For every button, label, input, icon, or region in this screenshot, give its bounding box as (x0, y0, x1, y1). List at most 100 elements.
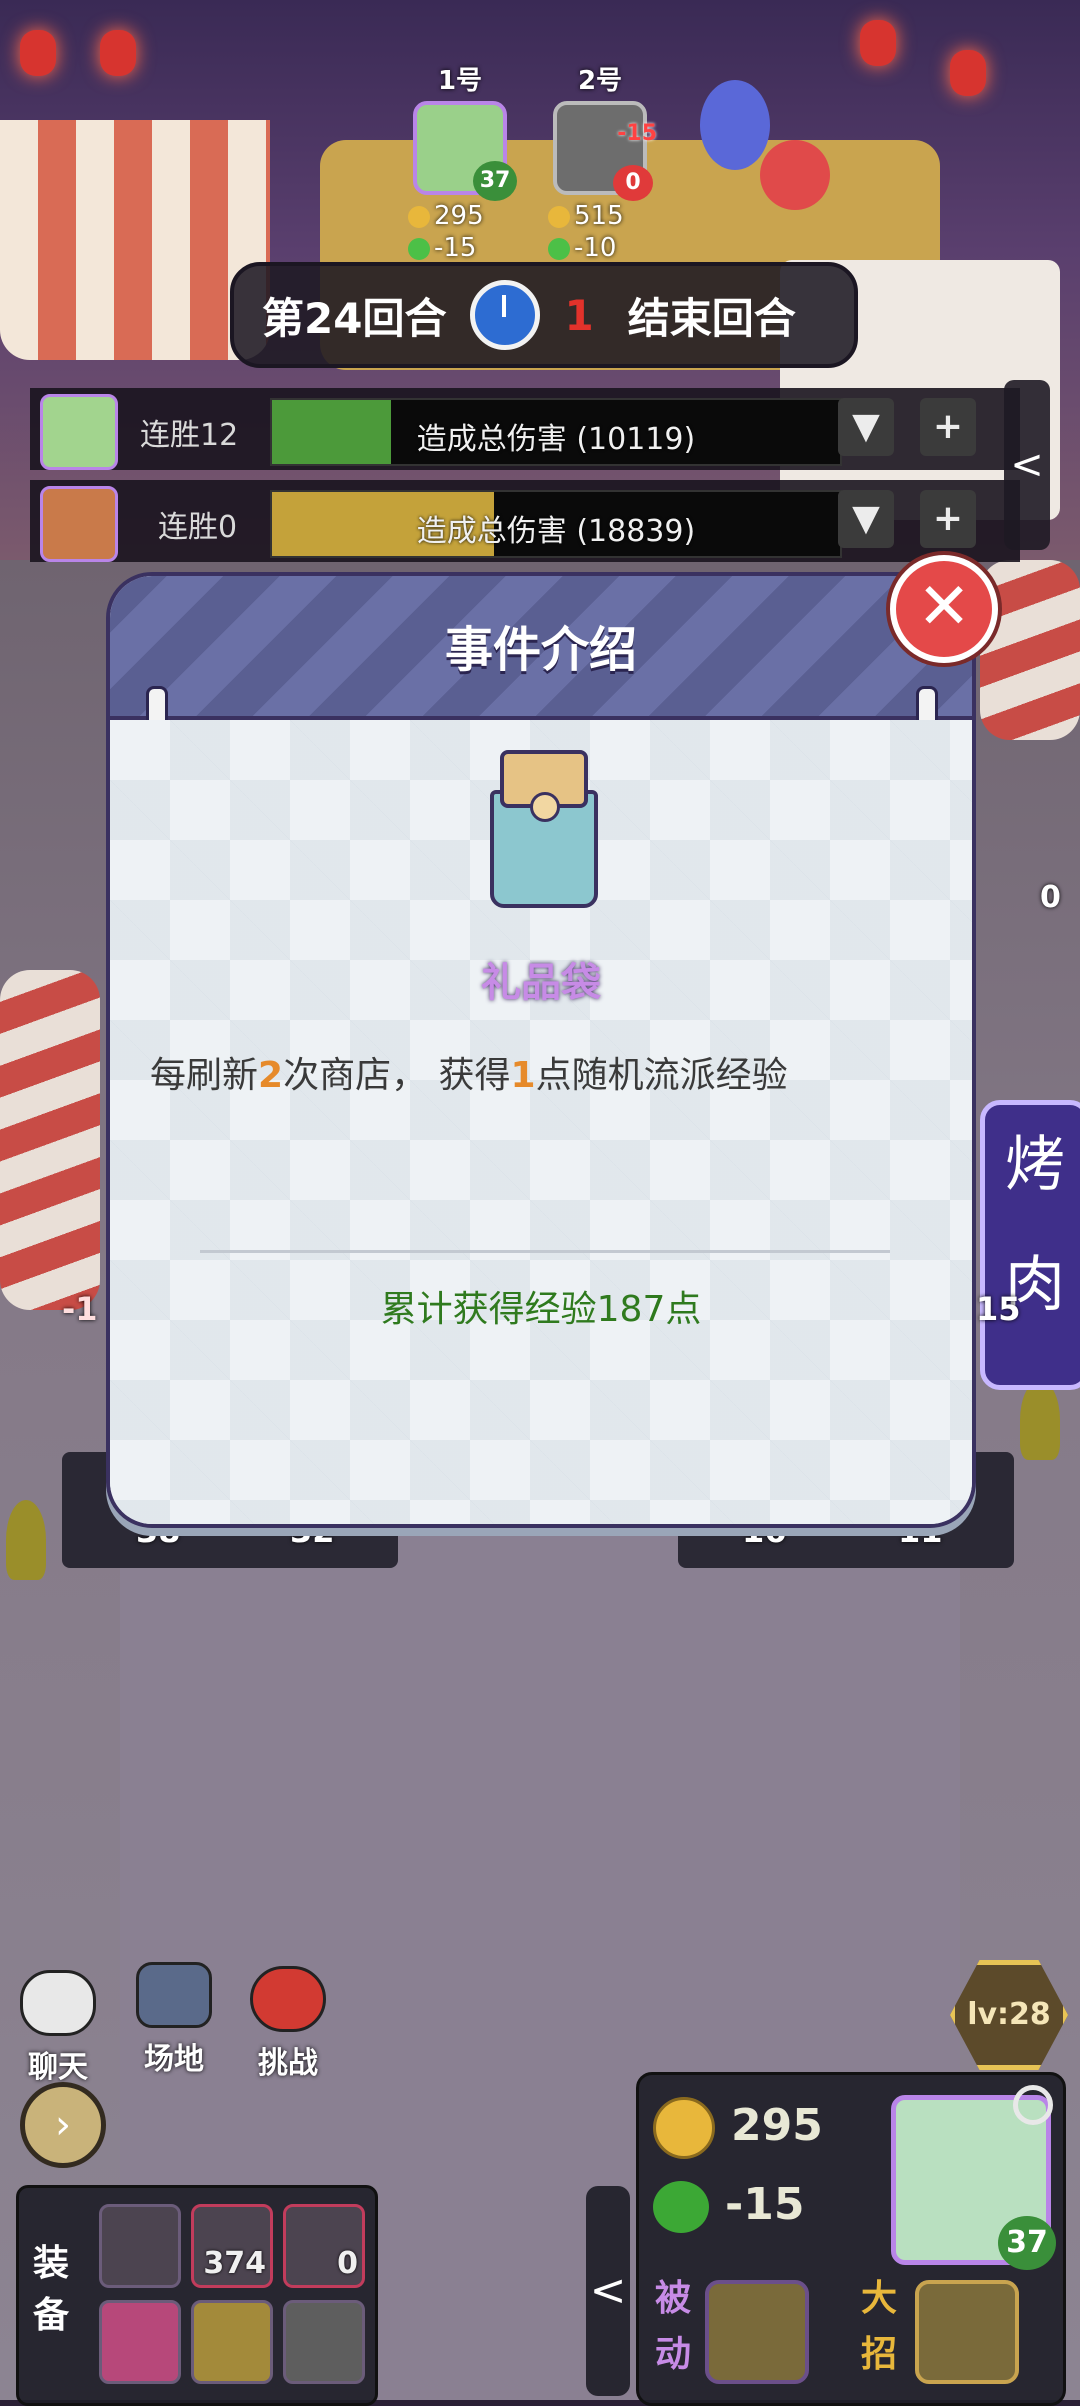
plus-icon[interactable]: + (920, 490, 976, 548)
striped-pillar (980, 560, 1080, 740)
heart-icon (408, 237, 430, 260)
chat-icon (20, 1970, 96, 2036)
desc-part-2: 次商店， 获得 (283, 1055, 511, 1096)
heart-icon (548, 237, 570, 260)
player-1-label: 1号 (437, 66, 483, 96)
equipment-label: 装 备 (31, 2238, 71, 2342)
close-button[interactable]: ✕ (890, 555, 998, 663)
stopwatch-icon (470, 280, 541, 350)
left-hp-badge: -1 (62, 1290, 98, 1328)
player-1-coins: 295 (400, 201, 520, 231)
lantern (860, 20, 896, 66)
player-2-hp: -10 (540, 233, 660, 263)
desc-number-1: 2 (258, 1055, 284, 1096)
hero-hp-value: -15 (725, 2179, 805, 2230)
event-description: 每刷新2次商店， 获得1点随机流派经验 (150, 1046, 940, 1098)
chevron-down-icon[interactable]: ▼ (838, 490, 894, 548)
chat-label: 聊天 (28, 2050, 88, 2085)
end-round-button[interactable]: 结束回合 (628, 285, 796, 346)
modal-body: 礼品袋 每刷新2次商店， 获得1点随机流派经验 累计获得经验187点 (110, 720, 972, 1524)
win-streak: 连胜0 (158, 510, 238, 545)
exp-total: 累计获得经验187点 (380, 1289, 702, 1330)
player-2-damage: -15 (617, 121, 657, 146)
player-2-coins: 515 (540, 201, 660, 231)
striped-pillar (0, 970, 100, 1310)
player-1-coins-value: 295 (434, 201, 484, 231)
gift-bag-icon (490, 750, 598, 908)
damage-bar-text: 造成总伤害 (18839) (416, 514, 696, 549)
hero-level: 37 (998, 2216, 1056, 2270)
win-streak: 连胜12 (140, 418, 239, 453)
lantern (100, 30, 136, 76)
player-2-label: 2号 (577, 66, 623, 96)
avatar (40, 394, 118, 470)
equipment-label-2: 备 (32, 2295, 69, 2336)
passive-label: 被 动 (651, 2271, 695, 2383)
passive-label-2: 动 (654, 2334, 691, 2375)
player-1-card[interactable]: 1号 37 295 -15 (400, 60, 520, 263)
ultimate-label: 大 招 (857, 2271, 901, 2383)
gift-bag-bow (530, 792, 560, 822)
rank-row[interactable]: 连胜0 造成总伤害 (18839) ▼ + (30, 480, 1020, 562)
tree (1020, 1380, 1060, 1460)
chat-button[interactable]: 聊天 (20, 1970, 96, 2086)
challenge-button[interactable]: 挑战 (250, 1966, 326, 2082)
right-item-badge: 0 (1040, 880, 1061, 915)
equip-slot[interactable]: 374 (191, 2204, 273, 2288)
equip-slot-count: 374 (203, 2246, 266, 2281)
player-2-avatar: -15 0 (553, 101, 657, 201)
damage-bar: 造成总伤害 (18839) (270, 490, 842, 558)
arrow-right-icon[interactable]: › (20, 2082, 106, 2168)
passive-skill-icon[interactable] (705, 2280, 809, 2384)
desc-part-3: 点随机流派经验 (535, 1055, 788, 1096)
player-2-hearts: 0 (613, 165, 653, 201)
equipment-label-1: 装 (32, 2243, 69, 2284)
event-intro-modal: 事件介绍 礼品袋 每刷新2次商店， 获得1点随机流派经验 累计获得经验187点 (106, 572, 976, 1528)
arrow-left-icon[interactable]: < (586, 2186, 630, 2396)
field-icon (136, 1962, 212, 2028)
damage-bar: 造成总伤害 (10119) (270, 398, 842, 466)
disc-icon[interactable] (283, 2300, 365, 2384)
equip-slot-count: 0 (337, 2246, 358, 2281)
damage-bar-text: 造成总伤害 (10119) (416, 422, 696, 457)
field-button[interactable]: 场地 (136, 1962, 212, 2078)
desc-part-1: 每刷新 (150, 1055, 259, 1096)
potato-icon[interactable] (191, 2300, 273, 2384)
coin-icon (548, 205, 570, 228)
passive-label-1: 被 (654, 2278, 691, 2319)
modal-header: 事件介绍 (110, 576, 972, 720)
player-1-hp: -15 (400, 233, 520, 263)
lollipop-icon[interactable] (99, 2300, 181, 2384)
ultimate-label-1: 大 (860, 2278, 897, 2319)
player-2-card[interactable]: 2号 -15 0 515 -10 (540, 60, 660, 263)
divider (200, 1250, 890, 1253)
equip-slot[interactable]: 0 (283, 2204, 365, 2288)
player-1-hp-value: -15 (434, 233, 477, 263)
balloon (760, 140, 830, 210)
balloon (700, 80, 770, 170)
coin-icon (653, 2097, 715, 2159)
chevron-down-icon[interactable]: ▼ (838, 398, 894, 456)
arrow-left-icon[interactable]: < (1004, 380, 1050, 550)
round-bar: 第24回合 1 结束回合 (230, 262, 858, 368)
magnify-icon[interactable] (1013, 2085, 1053, 2125)
tree (6, 1500, 46, 1580)
hero-coins: 295 (653, 2097, 823, 2159)
player-1-level: 37 (473, 161, 517, 201)
rank-row[interactable]: 连胜12 造成总伤害 (10119) ▼ + (30, 388, 1020, 470)
bbq-neon-sign: 烤肉 (980, 1100, 1080, 1390)
modal-title: 事件介绍 (444, 622, 637, 678)
lantern (950, 50, 986, 96)
boxing-glove-icon (250, 1966, 326, 2032)
field-label: 场地 (144, 2042, 204, 2077)
challenge-label: 挑战 (258, 2046, 318, 2081)
player-2-hp-value: -10 (574, 233, 617, 263)
ultimate-label-2: 招 (860, 2334, 897, 2375)
round-label: 第24回合 (262, 293, 447, 343)
right-hp-badge: 15 (976, 1290, 1021, 1328)
lantern (20, 30, 56, 76)
plus-icon[interactable]: + (920, 398, 976, 456)
equip-slot[interactable] (99, 2204, 181, 2288)
ultimate-skill-icon[interactable] (915, 2280, 1019, 2384)
coin-icon (408, 205, 430, 228)
